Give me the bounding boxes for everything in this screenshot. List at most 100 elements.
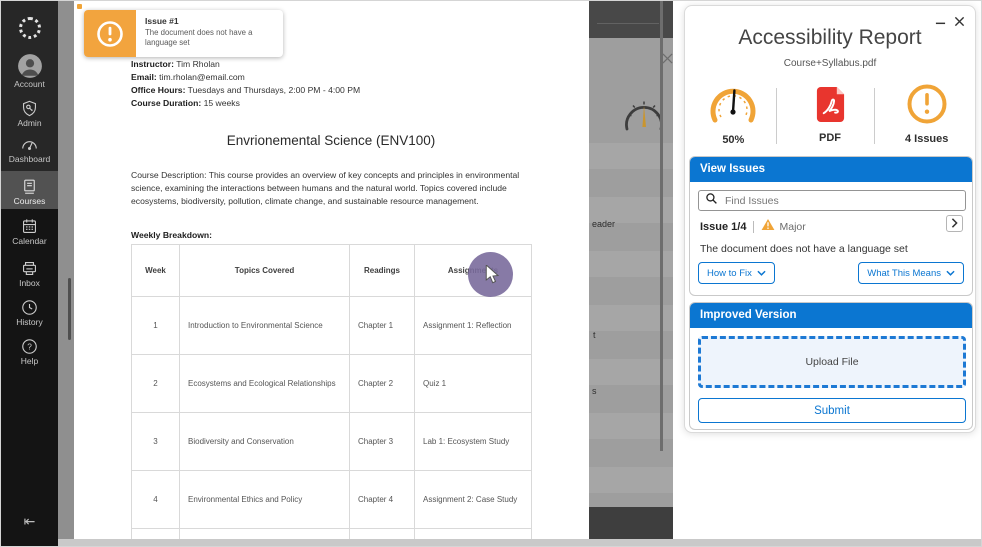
table-cell: 4 — [131, 470, 180, 529]
clock-icon — [1, 298, 58, 317]
table-header: Topics Covered — [179, 244, 350, 297]
issues-exclamation-icon — [906, 82, 948, 130]
upload-file-label: Upload File — [805, 356, 859, 368]
canvas-logo[interactable] — [1, 17, 58, 39]
table-header: Week — [131, 244, 180, 297]
sidebar-item-inbox[interactable]: Inbox — [1, 259, 58, 288]
file-name: Course+Syllabus.pdf — [783, 58, 877, 69]
calendar-icon — [1, 217, 58, 236]
issues-stat: 4 Issues — [878, 82, 975, 148]
courses-icon — [1, 177, 58, 196]
sidebar-item-label: Courses — [13, 196, 46, 206]
sidebar-item-admin[interactable]: Admin — [1, 99, 58, 128]
sidebar-item-dashboard[interactable]: Dashboard — [1, 135, 58, 164]
info-line: Office Hours: Tuesdays and Thursdays, 2:… — [131, 85, 361, 95]
score-value: 50% — [722, 134, 745, 146]
table-cell: Quiz 1 — [414, 354, 532, 413]
panel-title: Accessibility Report — [738, 26, 922, 49]
table-cell — [131, 528, 180, 539]
course-info-block: Instructor: Tim Rholan Email: tim.rholan… — [131, 58, 360, 110]
chevron-down-icon — [757, 268, 766, 279]
how-to-fix-button[interactable]: How to Fix — [698, 262, 775, 284]
what-this-means-button[interactable]: What This Means — [858, 262, 964, 284]
improved-version-header: Improved Version — [690, 303, 972, 328]
sidebar-item-help[interactable]: ? Help — [1, 337, 58, 366]
table-cell: Chapter 2 — [349, 354, 415, 413]
background-close-icon[interactable] — [662, 51, 673, 69]
submit-label: Submit — [814, 404, 850, 417]
table-row: 3 Biodiversity and Conservation Chapter … — [131, 412, 532, 471]
warning-exclamation-icon — [84, 10, 136, 57]
chevron-right-icon — [951, 215, 958, 233]
sidebar-item-courses[interactable]: Courses — [1, 177, 58, 206]
file-type-value: PDF — [819, 132, 841, 144]
table-cell: Chapter 4 — [349, 470, 415, 529]
table-cell: Lab 1: Ecosystem Study — [414, 412, 532, 471]
view-issues-section: View Issues Issue 1/4 Major The — [689, 156, 973, 296]
table-cell: Assignment 1: Reflection — [414, 296, 532, 355]
how-to-fix-label: How to Fix — [707, 267, 752, 279]
issue-counter: Issue 1/4 — [700, 221, 747, 233]
table-row — [131, 528, 532, 539]
summary-stats-row: 50% PDF 4 Issues — [685, 82, 975, 148]
dimmed-page-left — [58, 1, 74, 539]
submit-button[interactable]: Submit — [698, 398, 966, 423]
upload-file-dropzone[interactable]: Upload File — [698, 336, 966, 388]
info-line: Email: tim.rholan@email.com — [131, 72, 245, 82]
stats-divider — [874, 88, 875, 144]
sidebar-item-account[interactable]: Account — [1, 53, 58, 89]
table-cell: Biodiversity and Conservation — [179, 412, 350, 471]
improved-version-section: Improved Version Upload File Submit — [689, 302, 973, 430]
issue-meta-row: Issue 1/4 Major — [700, 218, 806, 236]
what-this-means-label: What This Means — [867, 267, 941, 279]
dimmed-page-background: eader t s — [589, 1, 673, 539]
divider — [753, 221, 755, 233]
table-header: Readings — [349, 244, 415, 297]
svg-text:?: ? — [27, 342, 32, 352]
pdf-file-icon — [814, 82, 847, 129]
sidebar-item-history[interactable]: History — [1, 298, 58, 327]
left-scrollbar-thumb[interactable] — [68, 278, 71, 340]
table-cell: 1 — [131, 296, 180, 355]
mouse-cursor-icon — [485, 263, 500, 290]
table-row: 4 Environmental Ethics and Policy Chapte… — [131, 470, 532, 529]
table-cell: 2 — [131, 354, 180, 413]
background-text-fragment: s — [592, 386, 597, 396]
table-cell: Ecosystems and Ecological Relationships — [179, 354, 350, 413]
table-cell: Chapter 1 — [349, 296, 415, 355]
issue-marker-dot — [77, 4, 82, 9]
next-issue-button[interactable] — [946, 215, 963, 232]
table-cell — [179, 528, 350, 539]
accessibility-report-panel: Accessibility Report Course+Syllabus.pdf… — [684, 5, 976, 433]
search-icon — [705, 192, 718, 210]
sidebar-item-label: Dashboard — [8, 154, 51, 164]
table-cell: Assignment 2: Case Study — [414, 470, 532, 529]
sidebar-item-label: Calendar — [12, 236, 47, 246]
chevron-down-icon — [946, 268, 955, 279]
table-cell: Environmental Ethics and Policy — [179, 470, 350, 529]
horizontal-scrollbar-track[interactable] — [58, 539, 981, 546]
sidebar-item-calendar[interactable]: Calendar — [1, 217, 58, 246]
search-input[interactable] — [723, 193, 959, 208]
shield-key-icon — [1, 99, 58, 118]
course-title: Envrionemental Science (ENV100) — [226, 133, 436, 148]
collapse-sidebar-icon[interactable]: ⇤ — [1, 513, 58, 530]
issue-tooltip-body: The document does not have a language se… — [145, 28, 253, 47]
file-type-stat: PDF — [782, 82, 879, 148]
table-cell — [349, 528, 415, 539]
global-nav-sidebar: Account Admin Dashboard Courses Calendar — [1, 1, 58, 546]
background-scrollbar[interactable] — [660, 1, 663, 451]
gauge-icon — [1, 135, 58, 154]
table-row: 2 Ecosystems and Ecological Relationship… — [131, 354, 532, 413]
issue-tooltip-title: Issue #1 — [145, 16, 179, 26]
sidebar-item-label: Account — [14, 79, 45, 89]
app-window: Account Admin Dashboard Courses Calendar — [0, 0, 982, 547]
table-cell — [414, 528, 532, 539]
info-line: Course Duration: 15 weeks — [131, 98, 240, 108]
background-text-fragment: t — [593, 330, 596, 340]
view-issues-header: View Issues — [690, 157, 972, 182]
score-stat: 50% — [685, 82, 782, 148]
find-issues-search[interactable] — [698, 190, 966, 211]
sidebar-item-label: Inbox — [19, 278, 40, 288]
warning-triangle-icon — [761, 218, 775, 236]
